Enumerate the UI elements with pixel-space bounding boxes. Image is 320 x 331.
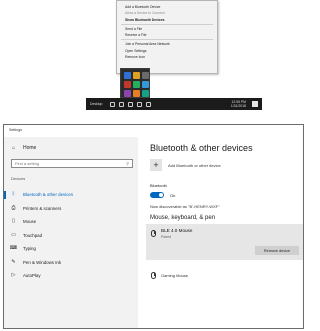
clock-date: 1/31/2018 (230, 104, 246, 108)
device-name: BLE 4.0 Mouse (161, 228, 193, 233)
tray-app-icon-2[interactable] (142, 72, 149, 79)
menu-separator (121, 39, 213, 41)
taskbar-desktop-label[interactable]: Desktop (90, 102, 102, 106)
section-heading: Mouse, keyboard, & pen (150, 215, 216, 221)
remove-device-button[interactable]: Remove device (255, 246, 299, 255)
menu-show-bluetooth-devices[interactable]: Show Bluetooth Devices (117, 17, 217, 23)
sidebar-item-keyboard[interactable]: ⌨ Typing (4, 242, 138, 256)
tray-app-icon-4[interactable] (133, 81, 140, 88)
settings-window: Settings ⌂ Home Find a setting ⚲ Devices… (3, 124, 304, 329)
mouse-icon: ▯ (12, 218, 15, 225)
person-icon[interactable] (110, 101, 116, 107)
language-icon[interactable] (146, 101, 152, 107)
tray-app-icon-3[interactable] (124, 81, 131, 88)
network-icon[interactable] (128, 101, 134, 107)
home-label: Home (23, 145, 37, 151)
sidebar-item-autoplay[interactable]: ▷ AutoPlay (4, 269, 138, 283)
sidebar-item-label: Pen & Windows Ink (23, 259, 62, 265)
sidebar-section-label: Devices (11, 176, 26, 181)
search-icon: ⚲ (126, 161, 129, 166)
sidebar-item-mouse[interactable]: ▯ Mouse (4, 215, 138, 229)
settings-sidebar: ⌂ Home Find a setting ⚲ Devices ᛒ Bluetoo… (4, 137, 138, 328)
device-item[interactable]: Gaming Mouse (146, 268, 303, 282)
device-name: Gaming Mouse (161, 273, 189, 278)
printer-icon: ⎙ (11, 204, 16, 211)
tray-app-icon-6[interactable] (124, 90, 131, 97)
device-item-selected[interactable]: BLE 4.0 Mouse Paired Remove device (146, 224, 303, 260)
menu-receive-file[interactable]: Receive a File (117, 32, 217, 38)
volume-icon[interactable] (137, 101, 143, 107)
tray-panel: Add a Bluetooth Device Allow a Device to… (116, 0, 218, 98)
search-placeholder: Find a setting (15, 161, 40, 166)
autoplay-icon: ▷ (11, 272, 16, 279)
tray-app-icon-5[interactable] (142, 81, 149, 88)
page-title: Bluetooth & other devices (150, 143, 253, 153)
discoverable-status: Now discoverable as "B’-HENRY-WXF" (150, 204, 220, 209)
bluetooth-toggle[interactable] (150, 192, 164, 198)
bluetooth-tray-icon[interactable] (124, 72, 131, 79)
mouse-icon (151, 272, 156, 279)
taskbar-clock[interactable]: 12:55 PM 1/31/2018 (231, 100, 246, 108)
tray-app-icon-8[interactable] (142, 90, 149, 97)
notification-icon[interactable] (252, 101, 258, 107)
taskbar: Desktop 12:55 PM 1/31/2018 (86, 98, 262, 110)
tray-app-icon-1[interactable] (133, 72, 140, 79)
tray-overflow-panel (120, 68, 150, 98)
tray-app-icon-7[interactable] (133, 90, 140, 97)
window-title: Settings (9, 128, 22, 132)
sidebar-item-label: Bluetooth & other devices (23, 192, 74, 198)
menu-remove-icon[interactable]: Remove Icon (117, 54, 217, 60)
pen-icon: ✎ (11, 258, 16, 265)
chevron-up-icon[interactable] (119, 101, 125, 107)
sidebar-item-label: Mouse (23, 219, 37, 225)
sidebar-nav-list: ᛒ Bluetooth & other devices ⎙ Printers & sc… (4, 188, 138, 283)
sidebar-item-label: Touchpad (23, 232, 43, 238)
keyboard-icon: ⌨ (9, 245, 18, 252)
sidebar-item-pen[interactable]: ✎ Pen & Windows Ink (4, 256, 138, 270)
bluetooth-toggle-row: On (150, 192, 175, 198)
find-setting-input[interactable]: Find a setting ⚲ (11, 159, 133, 168)
sidebar-item-label: AutoPlay (23, 273, 41, 279)
touchpad-icon: ▭ (11, 231, 16, 238)
add-device-label: Add Bluetooth or other device (168, 162, 221, 168)
device-status: Paired (161, 235, 172, 239)
plus-icon: + (150, 159, 162, 171)
mouse-icon (151, 230, 156, 237)
settings-content: Bluetooth & other devices + Add Bluetoot… (146, 137, 303, 328)
sidebar-item-touchpad[interactable]: ▭ Touchpad (4, 229, 138, 243)
bluetooth-icon: ᛒ (11, 191, 15, 198)
sidebar-item-bluetooth[interactable]: ᛒ Bluetooth & other devices (4, 188, 138, 202)
home-link[interactable]: ⌂ Home (11, 145, 36, 151)
toggle-state: On (170, 192, 176, 198)
add-device-button[interactable]: + Add Bluetooth or other device (150, 159, 221, 171)
sidebar-item-printer[interactable]: ⎙ Printers & scanners (4, 202, 138, 216)
sidebar-item-label: Printers & scanners (23, 205, 62, 211)
sidebar-item-label: Typing (23, 246, 36, 252)
menu-separator (121, 23, 213, 25)
taskbar-system-icons (110, 101, 230, 107)
bluetooth-label: Bluetooth (150, 183, 167, 188)
bluetooth-context-menu: Add a Bluetooth Device Allow a Device to… (116, 0, 218, 74)
home-icon: ⌂ (11, 144, 16, 151)
